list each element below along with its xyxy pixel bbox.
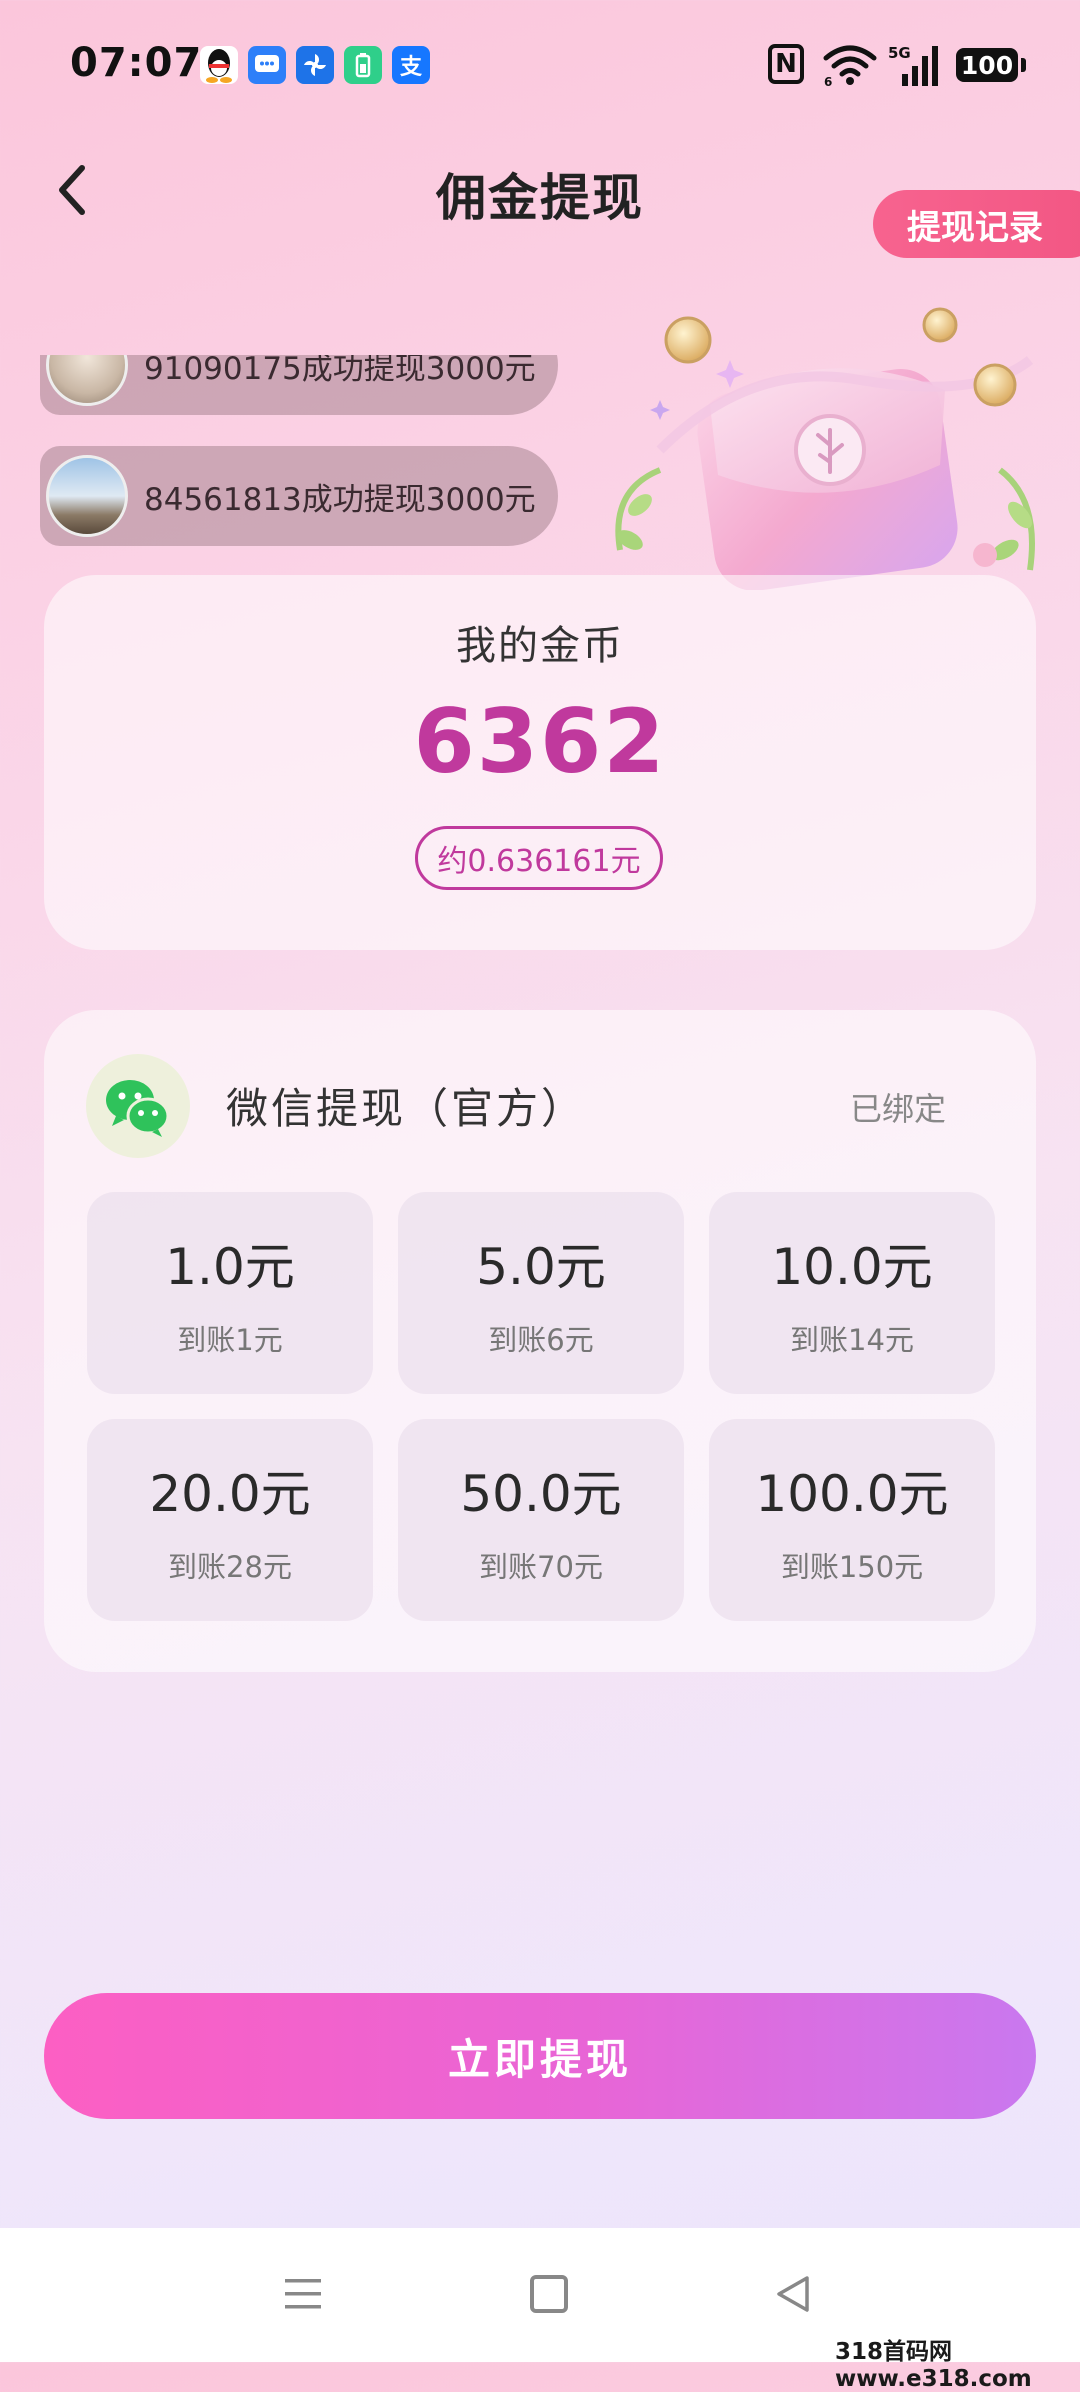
notice-text: 91090175成功提现3000元 — [144, 355, 536, 387]
alipay-icon: 支 — [392, 46, 430, 84]
wifi-icon: 6 — [823, 45, 877, 86]
wechat-icon — [86, 1054, 190, 1158]
notice-item: 84561813成功提现3000元 — [40, 446, 558, 546]
withdraw-option[interactable]: 20.0元 到账28元 — [87, 1419, 373, 1621]
option-amount: 20.0元 — [149, 1465, 311, 1523]
withdraw-now-button[interactable]: 立即提现 — [44, 1993, 1036, 2119]
option-amount: 1.0元 — [165, 1238, 295, 1296]
option-arrival: 到账150元 — [780, 1550, 924, 1584]
option-arrival: 到账1元 — [177, 1323, 283, 1357]
battery-icon: 100 — [956, 48, 1026, 82]
nfc-icon: N — [768, 44, 804, 84]
withdraw-record-button[interactable]: 提现记录 — [873, 190, 1080, 258]
withdraw-option[interactable]: 5.0元 到账6元 — [398, 1192, 684, 1394]
bound-status: 已绑定 — [850, 1090, 947, 1128]
withdraw-option[interactable]: 100.0元 到账150元 — [709, 1419, 995, 1621]
status-time: 07:07 — [70, 40, 203, 86]
nav-back-icon[interactable] — [773, 2274, 813, 2314]
coin-approx-value: 约0.636161元 — [415, 826, 663, 890]
option-arrival: 到账14元 — [790, 1323, 914, 1357]
home-icon[interactable] — [530, 2275, 568, 2313]
avatar — [46, 455, 128, 537]
option-amount: 5.0元 — [476, 1238, 606, 1296]
option-amount: 50.0元 — [460, 1465, 622, 1523]
qq-icon — [200, 46, 238, 84]
option-amount: 10.0元 — [771, 1238, 933, 1296]
option-amount: 100.0元 — [755, 1465, 949, 1523]
coin-balance-value: 6362 — [413, 690, 667, 793]
svg-text:5G: 5G — [888, 44, 911, 62]
withdraw-option[interactable]: 1.0元 到账1元 — [87, 1192, 373, 1394]
withdraw-notice-ticker: 91090175成功提现3000元 84561813成功提现3000元 — [40, 355, 560, 550]
option-arrival: 到账70元 — [479, 1550, 603, 1584]
avatar — [46, 355, 128, 406]
watermark-text: 318首码网 www.e318.com — [835, 2339, 1032, 2392]
withdraw-options-grid: 1.0元 到账1元 5.0元 到账6元 10.0元 到账14元 20.0元 到账… — [87, 1192, 995, 1621]
fan-app-icon — [296, 46, 334, 84]
notice-text: 84561813成功提现3000元 — [144, 481, 536, 518]
battery-app-icon — [344, 46, 382, 84]
withdraw-option[interactable]: 10.0元 到账14元 — [709, 1192, 995, 1394]
messages-icon — [248, 46, 286, 84]
coin-label: 我的金币 — [456, 623, 624, 669]
signal-icon: 5G — [888, 44, 938, 86]
svg-text:6: 6 — [824, 75, 832, 86]
notice-item: 91090175成功提现3000元 — [40, 355, 558, 415]
wechat-withdraw-label: 微信提现（官方） — [226, 1084, 587, 1133]
option-arrival: 到账28元 — [168, 1550, 292, 1584]
red-envelope-illustration — [615, 307, 1035, 590]
menu-icon[interactable] — [283, 2275, 323, 2313]
withdraw-option[interactable]: 50.0元 到账70元 — [398, 1419, 684, 1621]
option-arrival: 到账6元 — [488, 1323, 594, 1357]
